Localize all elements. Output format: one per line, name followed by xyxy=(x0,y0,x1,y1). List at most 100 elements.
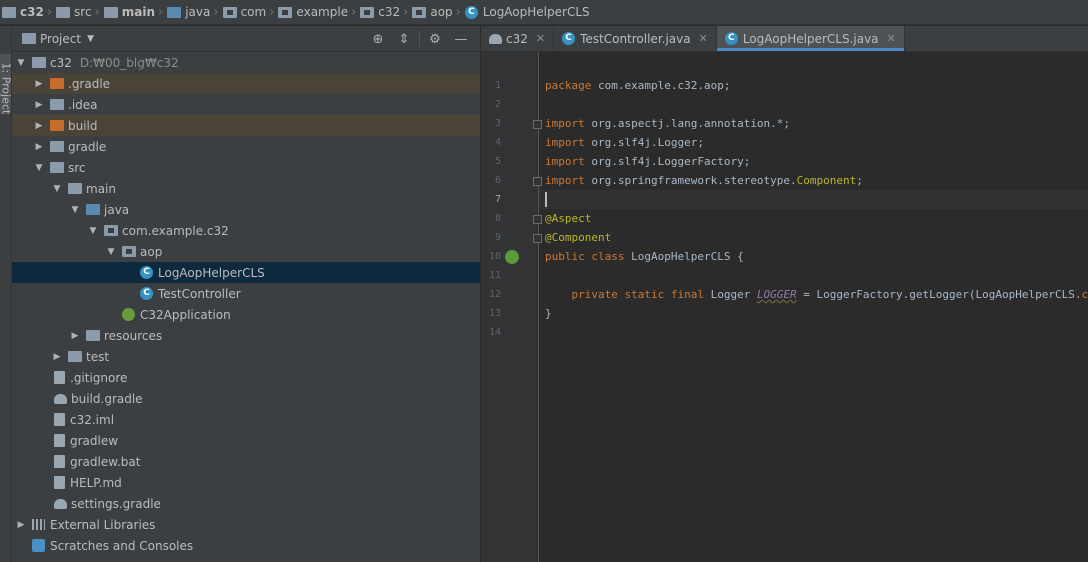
hide-icon[interactable]: — xyxy=(448,32,474,47)
tree-item-java[interactable]: ▼ java xyxy=(12,199,480,220)
line-number: 14 xyxy=(488,327,501,338)
expand-arrow-icon[interactable]: ▼ xyxy=(86,226,100,236)
collapse-arrow-icon[interactable]: ▶ xyxy=(68,331,82,341)
fold-icon[interactable] xyxy=(533,234,542,243)
locate-icon[interactable]: ⊕ xyxy=(365,32,391,47)
gear-icon[interactable]: ⚙ xyxy=(422,32,448,47)
tree-item-testcontroller[interactable]: C TestController xyxy=(12,283,480,304)
code-line: import org.springframework.stereotype.Co… xyxy=(545,174,863,187)
package-icon xyxy=(360,6,375,18)
tree-item-aop[interactable]: ▼ aop xyxy=(12,241,480,262)
tree-item-build-gradle[interactable]: build.gradle xyxy=(12,388,480,409)
line-number: 5 xyxy=(494,156,501,167)
breadcrumb-item-main[interactable]: main xyxy=(103,0,155,25)
close-icon[interactable]: ✕ xyxy=(536,32,545,45)
expand-arrow-icon[interactable]: ▼ xyxy=(50,184,64,194)
code-line: import org.aspectj.lang.annotation.*; xyxy=(545,117,791,130)
class-icon: C xyxy=(464,5,478,19)
tab-c32[interactable]: c32 ✕ xyxy=(481,26,555,51)
collapse-arrow-icon[interactable]: ▶ xyxy=(32,100,46,110)
package-icon xyxy=(222,6,237,18)
code-content[interactable]: package com.example.c32.aop; import org.… xyxy=(545,76,1088,342)
close-icon[interactable]: ✕ xyxy=(699,32,708,45)
breadcrumb-item-com[interactable]: com xyxy=(222,0,266,25)
markdown-file-icon xyxy=(54,476,65,489)
tree-item-help-md[interactable]: HELP.md xyxy=(12,472,480,493)
code-editor[interactable]: 1 2 3 4 5 6 7 8 9 10 11 12 13 14 package… xyxy=(481,52,1088,562)
collapse-arrow-icon[interactable]: ▶ xyxy=(14,520,28,530)
tree-item-external-libraries[interactable]: ▶ External Libraries xyxy=(12,514,480,535)
expand-arrow-icon[interactable]: ▼ xyxy=(104,247,118,257)
close-icon[interactable]: ✕ xyxy=(887,32,896,45)
breadcrumb-item-c32-pkg[interactable]: c32 xyxy=(360,0,400,25)
tree-item-main[interactable]: ▼ main xyxy=(12,178,480,199)
folder-icon xyxy=(56,6,71,18)
expand-arrow-icon[interactable]: ▼ xyxy=(32,163,46,173)
tree-item-gitignore[interactable]: .gitignore xyxy=(12,367,480,388)
line-numbers: 1 2 3 4 5 6 7 8 9 10 11 12 13 14 xyxy=(481,76,501,342)
tree-item-src[interactable]: ▼ src xyxy=(12,157,480,178)
tree-item-gradle-dir[interactable]: ▶ .gradle xyxy=(12,73,480,94)
breadcrumb-item-aop[interactable]: aop xyxy=(412,0,453,25)
collapse-arrow-icon[interactable]: ▶ xyxy=(50,352,64,362)
tree-item-c32-iml[interactable]: c32.iml xyxy=(12,409,480,430)
collapse-all-icon[interactable]: ⇕ xyxy=(391,32,417,47)
folder-icon xyxy=(2,6,16,18)
project-tree: ▼ c32 D:₩00_blg₩c32 ▶ .gradle ▶ .idea ▶ … xyxy=(12,52,480,562)
tree-item-gradlew[interactable]: gradlew xyxy=(12,430,480,451)
spring-bean-gutter-icon[interactable] xyxy=(505,250,519,264)
line-number: 8 xyxy=(494,213,501,224)
tree-item-build[interactable]: ▶ build xyxy=(12,115,480,136)
breadcrumb-item-example[interactable]: example xyxy=(278,0,348,25)
breadcrumb-item-c32[interactable]: c32 xyxy=(2,0,44,25)
tree-item-resources[interactable]: ▶ resources xyxy=(12,325,480,346)
breadcrumb-item-java[interactable]: java xyxy=(167,0,210,25)
class-icon: C xyxy=(562,32,576,45)
fold-icon[interactable] xyxy=(533,215,542,224)
code-line: package com.example.c32.aop; xyxy=(545,79,731,92)
line-number: 6 xyxy=(494,175,501,186)
project-tool-tab-label[interactable]: 1: Project xyxy=(0,63,13,123)
expand-arrow-icon[interactable]: ▼ xyxy=(68,205,82,215)
tab-testcontroller[interactable]: C TestController.java ✕ xyxy=(554,26,717,51)
package-icon xyxy=(278,6,293,18)
line-number: 1 xyxy=(494,80,501,91)
collapse-arrow-icon[interactable]: ▶ xyxy=(32,121,46,131)
editor-tab-bar: c32 ✕ C TestController.java ✕ C LogAopHe… xyxy=(481,26,1088,52)
collapse-arrow-icon[interactable]: ▶ xyxy=(32,142,46,152)
chevron-right-icon: › xyxy=(269,4,275,20)
breadcrumb-item-class[interactable]: C LogAopHelperCLS xyxy=(464,0,590,25)
gradle-icon xyxy=(489,33,502,44)
tree-item-test[interactable]: ▶ test xyxy=(12,346,480,367)
divider xyxy=(419,31,420,47)
tree-item-idea[interactable]: ▶ .idea xyxy=(12,94,480,115)
tree-item-gradlew-bat[interactable]: gradlew.bat xyxy=(12,451,480,472)
tree-item-gradle[interactable]: ▶ gradle xyxy=(12,136,480,157)
chevron-right-icon: › xyxy=(403,4,409,20)
code-line: @Aspect xyxy=(545,212,592,225)
breadcrumb: c32 › src › main › java › com › example … xyxy=(0,0,1088,25)
tree-item-logaophelpercls[interactable]: C LogAopHelperCLS xyxy=(12,262,480,283)
project-view-selector[interactable]: Project ▼ xyxy=(22,32,94,46)
tree-item-settings-gradle[interactable]: settings.gradle xyxy=(12,493,480,514)
dropdown-arrow-icon: ▼ xyxy=(87,33,94,44)
package-icon xyxy=(412,6,427,18)
line-number: 4 xyxy=(494,137,501,148)
chevron-right-icon: › xyxy=(94,4,100,20)
expand-arrow-icon[interactable]: ▼ xyxy=(14,58,28,68)
tree-item-c32application[interactable]: C32Application xyxy=(12,304,480,325)
chevron-right-icon: › xyxy=(213,4,219,20)
tree-item-package[interactable]: ▼ com.example.c32 xyxy=(12,220,480,241)
code-line: import org.slf4j.Logger; xyxy=(545,136,704,149)
class-icon: C xyxy=(140,266,153,279)
collapse-arrow-icon[interactable]: ▶ xyxy=(32,79,46,89)
fold-icon[interactable] xyxy=(533,177,542,186)
class-icon: C xyxy=(724,32,738,45)
tab-logaophelpercls[interactable]: C LogAopHelperCLS.java ✕ xyxy=(716,26,905,51)
tree-item-root[interactable]: ▼ c32 D:₩00_blg₩c32 xyxy=(12,52,480,73)
breadcrumb-item-src[interactable]: src xyxy=(56,0,92,25)
fold-icon[interactable] xyxy=(533,120,542,129)
tree-item-scratches[interactable]: Scratches and Consoles xyxy=(12,535,480,556)
file-icon xyxy=(54,434,65,447)
source-folder-icon xyxy=(86,204,100,215)
